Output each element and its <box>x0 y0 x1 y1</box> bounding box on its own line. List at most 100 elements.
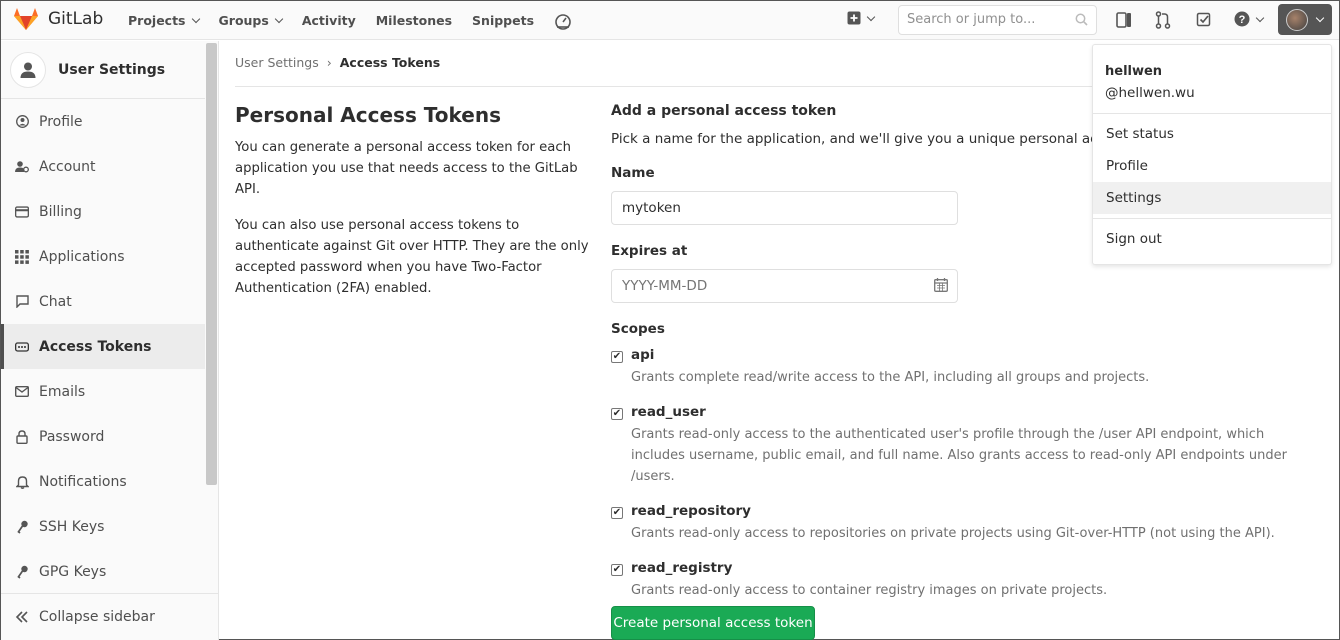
scope-checkbox[interactable]: ✔ <box>611 564 623 576</box>
sidebar-item-label: GPG Keys <box>39 563 107 580</box>
billing-icon <box>15 205 29 219</box>
menu-set-status[interactable]: Set status <box>1093 118 1331 150</box>
scope-read-registry: ✔ read_registry Grants read-only access t… <box>611 560 1311 601</box>
sidebar-item-label: Emails <box>39 383 86 400</box>
create-token-button[interactable]: Create personal access token <box>611 606 815 640</box>
user-name: hellwen <box>1105 64 1163 79</box>
bell-icon <box>15 475 29 489</box>
breadcrumb: User Settings › Access Tokens <box>235 55 440 70</box>
sidebar-item-label: SSH Keys <box>39 518 105 535</box>
nav-milestones[interactable]: Milestones <box>376 13 452 28</box>
breadcrumb-parent[interactable]: User Settings <box>235 55 319 70</box>
scope-name: read_user <box>631 404 706 420</box>
applications-icon <box>15 249 29 264</box>
key-icon <box>15 520 29 534</box>
sidebar-item-label: Access Tokens <box>39 338 152 355</box>
settings-sidebar: User Settings Profile Account Billing Ap… <box>1 41 219 640</box>
breadcrumb-current[interactable]: Access Tokens <box>340 55 440 70</box>
top-navbar: GitLab Projects Groups Activity Mileston… <box>1 1 1339 40</box>
sidebar-title: User Settings <box>58 61 166 78</box>
sidebar-item-notifications[interactable]: Notifications <box>1 459 205 504</box>
scope-description: Grants read-only access to the authentic… <box>631 427 1287 484</box>
help-icon: ? <box>1234 11 1250 27</box>
menu-profile[interactable]: Profile <box>1093 150 1331 182</box>
sidebar-item-label: Applications <box>39 248 125 265</box>
chevron-down-icon <box>866 12 876 21</box>
key-icon <box>15 565 29 579</box>
scope-name: read_repository <box>631 503 751 519</box>
sidebar-item-account[interactable]: Account <box>1 144 205 189</box>
performance-icon[interactable] <box>554 12 572 30</box>
sidebar-item-access-tokens[interactable]: Access Tokens <box>1 324 205 369</box>
sidebar-item-emails[interactable]: Emails <box>1 369 205 414</box>
sidebar-item-profile[interactable]: Profile <box>1 99 205 144</box>
scopes-label: Scopes <box>611 321 665 337</box>
user-menu-button[interactable] <box>1278 4 1332 35</box>
double-chevron-left-icon <box>15 611 28 623</box>
menu-sign-out[interactable]: Sign out <box>1093 223 1331 255</box>
intro-paragraph-1: You can generate a personal access token… <box>235 140 578 197</box>
plus-square-icon <box>847 11 861 25</box>
sidebar-item-gpg-keys[interactable]: GPG Keys <box>1 549 205 594</box>
nav-activity[interactable]: Activity <box>302 13 356 28</box>
todo-sidebar-icon[interactable] <box>1116 11 1132 29</box>
scope-read-user: ✔ read_user Grants read-only access to th… <box>611 404 1311 487</box>
sidebar-item-applications[interactable]: Applications <box>1 234 205 279</box>
nav-projects[interactable]: Projects <box>128 13 200 28</box>
scope-name: api <box>631 347 655 363</box>
lock-icon <box>15 429 29 444</box>
new-item-dropdown[interactable] <box>847 11 876 25</box>
sidebar-item-label: Account <box>39 158 96 175</box>
chevron-down-icon <box>274 14 284 24</box>
tanuki-icon <box>14 8 38 30</box>
nav-groups[interactable]: Groups <box>219 13 284 28</box>
gitlab-logo[interactable]: GitLab <box>13 7 103 31</box>
scope-description: Grants read-only access to container reg… <box>631 583 1108 598</box>
account-icon <box>15 160 29 174</box>
sidebar-scrollbar[interactable] <box>206 43 217 485</box>
chevron-right-icon: › <box>326 55 332 70</box>
page-title: Personal Access Tokens <box>235 103 502 127</box>
sidebar-item-label: Billing <box>39 203 82 220</box>
scope-api: ✔ api Grants complete read/write access t… <box>611 347 1311 388</box>
sidebar-item-chat[interactable]: Chat <box>1 279 205 324</box>
collapse-sidebar-button[interactable]: Collapse sidebar <box>1 593 218 640</box>
scope-checkbox[interactable]: ✔ <box>611 408 623 420</box>
intro-section: Personal Access Tokens You can generate … <box>235 103 595 314</box>
user-menu-dropdown: hellwen @hellwen.wu Set status Profile S… <box>1092 44 1332 265</box>
profile-icon <box>15 115 29 129</box>
intro-paragraph-2: You can also use personal access tokens … <box>235 218 589 296</box>
scope-checkbox[interactable]: ✔ <box>611 351 623 363</box>
nav-snippets[interactable]: Snippets <box>472 13 534 28</box>
sidebar-item-password[interactable]: Password <box>1 414 205 459</box>
sidebar-item-label: Password <box>39 428 105 445</box>
scope-checkbox[interactable]: ✔ <box>611 507 623 519</box>
search-icon <box>1075 13 1088 26</box>
token-name-input[interactable] <box>611 191 958 225</box>
expires-at-input[interactable] <box>611 269 958 303</box>
chevron-down-icon <box>1315 13 1325 23</box>
merge-request-icon[interactable] <box>1155 11 1171 29</box>
scope-name: read_registry <box>631 560 733 576</box>
sidebar-item-label: Notifications <box>39 473 127 490</box>
search-input[interactable]: Search or jump to... <box>898 5 1097 35</box>
issues-check-icon[interactable] <box>1196 11 1212 29</box>
sidebar-item-billing[interactable]: Billing <box>1 189 205 234</box>
chevron-down-icon <box>191 14 200 24</box>
sidebar-header[interactable]: User Settings <box>1 41 205 99</box>
user-handle: @hellwen.wu <box>1093 79 1331 114</box>
collapse-sidebar-label: Collapse sidebar <box>39 609 155 625</box>
scope-read-repository: ✔ read_repository Grants read-only access… <box>611 503 1311 544</box>
user-avatar <box>1286 8 1308 31</box>
scope-description: Grants read-only access to repositories … <box>631 526 1275 541</box>
menu-settings[interactable]: Settings <box>1093 182 1331 214</box>
menu-divider <box>1093 218 1331 219</box>
help-dropdown[interactable]: ? <box>1234 11 1265 27</box>
chat-icon <box>15 295 29 309</box>
sidebar-item-label: Chat <box>39 293 72 310</box>
calendar-icon[interactable] <box>934 278 948 292</box>
scope-description: Grants complete read/write access to the… <box>631 370 1150 385</box>
chevron-down-icon <box>1255 13 1265 22</box>
sidebar-item-label: Profile <box>39 113 83 130</box>
sidebar-item-ssh-keys[interactable]: SSH Keys <box>1 504 205 549</box>
